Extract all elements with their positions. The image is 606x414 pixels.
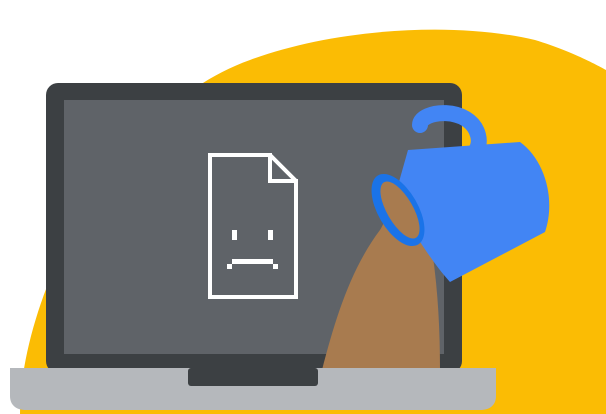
sad-page-eye-right <box>268 230 273 240</box>
sad-page-eye-left <box>232 230 237 240</box>
laptop-notch <box>188 368 318 386</box>
illustration-canvas <box>0 0 606 414</box>
illustration-svg <box>10 29 606 414</box>
